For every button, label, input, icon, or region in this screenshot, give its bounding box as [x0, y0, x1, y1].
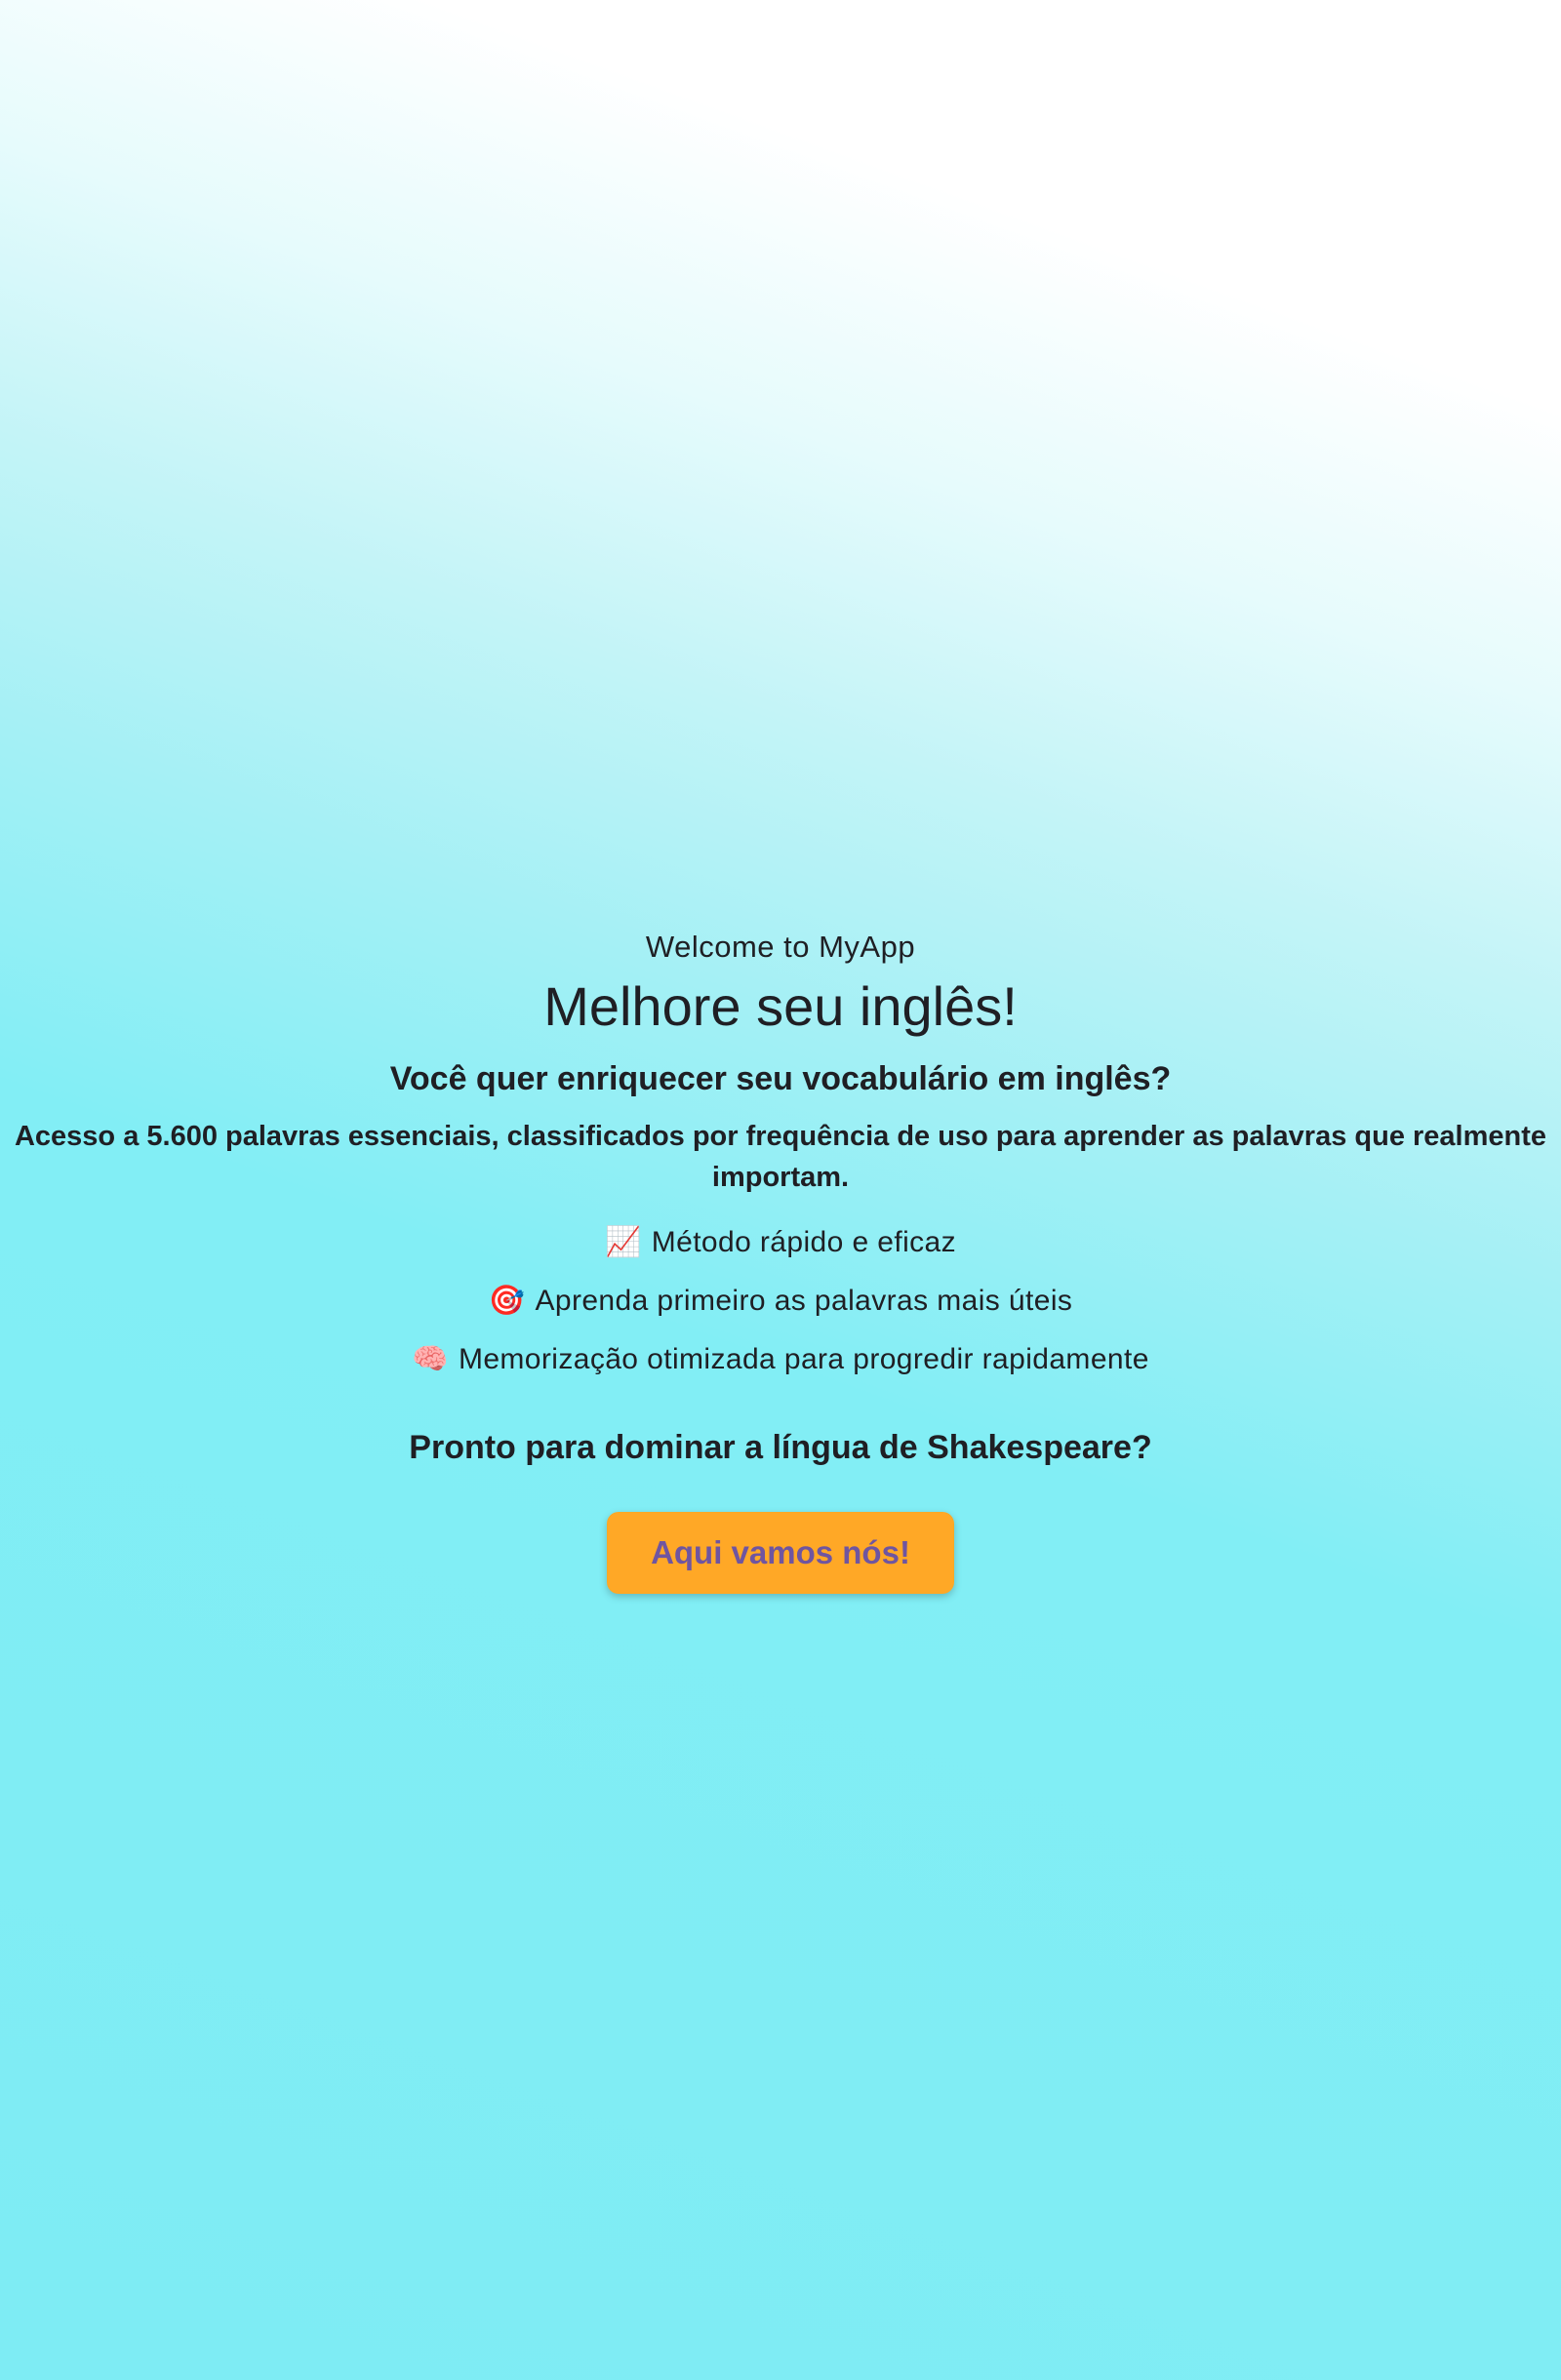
- intro-prefix: Acesso a: [14, 1121, 147, 1152]
- page-title: Melhore seu inglês!: [543, 975, 1018, 1037]
- feature-item: 🎯 Aprenda primeiro as palavras mais úteis: [0, 1282, 1561, 1340]
- get-started-button[interactable]: Aqui vamos nós!: [607, 1512, 954, 1594]
- feature-list: 📈 Método rápido e eficaz 🎯 Aprenda primeir…: [0, 1223, 1561, 1399]
- ready-prompt: Pronto para dominar a língua de Shakespe…: [409, 1429, 1152, 1466]
- hero-section: Welcome to MyApp Melhore seu inglês! Voc…: [0, 923, 1561, 1594]
- chart-increasing-icon: 📈: [604, 1226, 642, 1258]
- feature-text: Método rápido e eficaz: [651, 1226, 957, 1258]
- feature-text: Memorização otimizada para progredir rap…: [458, 1343, 1149, 1375]
- welcome-screen: Welcome to MyApp Melhore seu inglês! Voc…: [0, 0, 1561, 2380]
- feature-item: 📈 Método rápido e eficaz: [0, 1223, 1561, 1282]
- vocabulary-question: Você quer enriquecer seu vocabulário em …: [389, 1060, 1172, 1097]
- feature-text: Aprenda primeiro as palavras mais úteis: [535, 1285, 1073, 1317]
- intro-paragraph: Acesso a 5.600 palavras essenciais, clas…: [10, 1116, 1551, 1198]
- intro-suffix: , classificados por frequência de uso pa…: [491, 1121, 1547, 1193]
- welcome-text: Welcome to MyApp: [645, 930, 916, 964]
- target-icon: 🎯: [488, 1285, 526, 1317]
- feature-item: 🧠 Memorização otimizada para progredir ra…: [0, 1340, 1561, 1399]
- brain-icon: 🧠: [412, 1343, 449, 1375]
- intro-highlight: 5.600 palavras essenciais: [146, 1121, 492, 1152]
